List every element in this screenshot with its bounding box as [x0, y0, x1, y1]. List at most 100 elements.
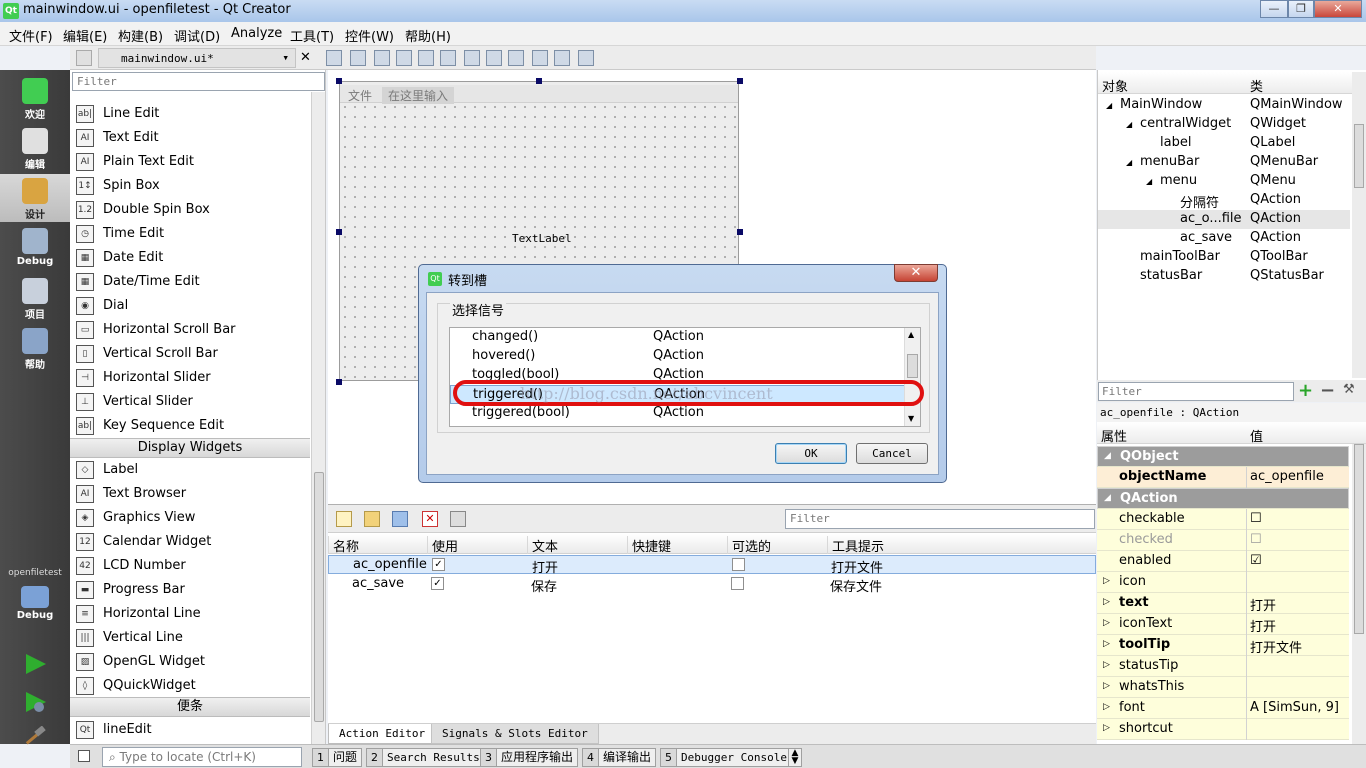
edit-buddies-icon[interactable] — [374, 50, 390, 66]
widget-item[interactable]: 1↕ Spin Box — [70, 174, 310, 198]
widget-item[interactable]: ▯ Vertical Scroll Bar — [70, 342, 310, 366]
widget-item[interactable]: ◇ Label — [70, 458, 310, 482]
object-tree-row[interactable]: ac_o...file QAction — [1098, 210, 1350, 229]
scroll-down-icon[interactable]: ▼ — [908, 414, 914, 423]
object-tree-row[interactable]: ◢ menu QMenu — [1098, 172, 1350, 191]
expand-arrow-icon[interactable]: ◢ — [1104, 451, 1111, 461]
mode-help[interactable]: 帮助 — [0, 324, 70, 372]
property-row[interactable]: ▷ font A [SimSun, 9] — [1097, 698, 1349, 719]
ok-button[interactable]: OK — [775, 443, 847, 464]
object-tree-row[interactable]: label QLabel — [1098, 134, 1350, 153]
widget-item[interactable]: ▭ Horizontal Scroll Bar — [70, 318, 310, 342]
used-checkbox[interactable]: ✓ — [431, 577, 444, 590]
close-button[interactable]: ✕ — [1314, 0, 1362, 18]
property-value[interactable]: 打开 — [1250, 616, 1276, 635]
scroll-thumb[interactable] — [1354, 444, 1364, 634]
property-value[interactable]: ac_openfile — [1250, 469, 1324, 484]
action-row[interactable]: ac_save 保存 保存文件 ✓ — [328, 575, 1096, 595]
copy-action-icon[interactable] — [364, 511, 380, 527]
expand-arrow-icon[interactable]: ◢ — [1106, 101, 1112, 110]
signal-list-scrollbar[interactable]: ▲ ▼ — [904, 328, 920, 426]
property-row[interactable]: enabled ☑ — [1097, 551, 1349, 572]
build-hammer-button[interactable] — [22, 726, 48, 750]
object-inspector-scrollbar[interactable] — [1352, 72, 1366, 378]
expand-arrow-icon[interactable]: ▷ — [1103, 723, 1110, 733]
object-tree-row[interactable]: ◢ centralWidget QWidget — [1098, 115, 1350, 134]
add-property-icon[interactable]: + — [1298, 380, 1313, 401]
expand-arrow-icon[interactable]: ▷ — [1103, 618, 1110, 628]
form-menu-bar[interactable]: 文件 在这里输入 — [340, 85, 738, 104]
action-row[interactable]: ac_openfile 打开 打开文件 ✓ — [328, 555, 1096, 576]
resize-handle[interactable] — [737, 78, 743, 84]
delete-action-icon[interactable]: ✕ — [422, 511, 438, 527]
scroll-up-icon[interactable]: ▲ — [908, 330, 914, 339]
expand-arrow-icon[interactable]: ◢ — [1104, 493, 1111, 503]
run-button[interactable] — [22, 652, 48, 676]
remove-property-icon[interactable]: − — [1320, 380, 1335, 401]
property-row[interactable]: objectName ac_openfile — [1097, 467, 1349, 488]
property-row[interactable]: checked ☐ — [1097, 530, 1349, 551]
signal-list[interactable]: changed() QAction hovered() QAction toggled(… — [449, 327, 921, 427]
checkable-checkbox[interactable] — [732, 558, 745, 571]
property-group-header[interactable]: ◢ QObject — [1097, 446, 1349, 467]
configure-icon[interactable] — [450, 511, 466, 527]
expand-arrow-icon[interactable]: ▷ — [1103, 576, 1110, 586]
property-row[interactable]: ▷ statusTip — [1097, 656, 1349, 677]
layout-form-icon[interactable] — [508, 50, 524, 66]
tab-signals-slots[interactable]: Signals & Slots Editor — [431, 724, 599, 744]
output-pane-tab[interactable]: 4 编译输出 — [582, 748, 657, 767]
widget-item[interactable]: ⊣ Horizontal Slider — [70, 366, 310, 390]
property-row[interactable]: ▷ icon — [1097, 572, 1349, 593]
output-pane-tab[interactable]: 5 Debugger Console — [660, 748, 792, 767]
property-value[interactable]: ☐ — [1250, 511, 1262, 526]
debug-run-button[interactable] — [22, 690, 48, 714]
property-row[interactable]: checkable ☐ — [1097, 509, 1349, 530]
property-row[interactable]: ▷ whatsThis — [1097, 677, 1349, 698]
expand-arrow-icon[interactable]: ◢ — [1146, 177, 1152, 186]
checkable-checkbox[interactable] — [731, 577, 744, 590]
edit-widgets-icon[interactable] — [326, 50, 342, 66]
menu-item[interactable]: 构建(B) — [118, 26, 163, 45]
new-action-icon[interactable] — [336, 511, 352, 527]
widget-filter-input[interactable]: Filter — [72, 72, 325, 91]
layout-grid-icon[interactable] — [532, 50, 548, 66]
property-filter-input[interactable]: Filter — [1098, 382, 1294, 401]
object-tree-row[interactable]: statusBar QStatusBar — [1098, 267, 1350, 286]
locate-input[interactable]: ⌕ Type to locate (Ctrl+K) — [102, 747, 302, 767]
open-file-combo[interactable]: mainwindow.ui* ▾ — [98, 48, 296, 68]
signal-row[interactable]: hovered() QAction — [450, 347, 905, 366]
property-value[interactable]: A [SimSun, 9] — [1250, 700, 1339, 715]
widget-item[interactable]: ≡ Horizontal Line — [70, 602, 310, 626]
property-row[interactable]: ▷ shortcut — [1097, 719, 1349, 740]
widget-item[interactable]: 1.2 Double Spin Box — [70, 198, 310, 222]
output-pane-toggle-icon[interactable]: ▲ ▼ — [788, 748, 802, 767]
resize-handle[interactable] — [336, 379, 342, 385]
widget-item[interactable]: 12 Calendar Widget — [70, 530, 310, 554]
edit-tab-order-icon[interactable] — [396, 50, 412, 66]
action-column-header[interactable]: 文本 — [527, 536, 558, 555]
action-column-header[interactable]: 可选的 — [727, 536, 771, 555]
signal-row[interactable]: changed() QAction — [450, 328, 905, 347]
widget-category-header[interactable]: 便条 — [70, 697, 310, 717]
menu-item[interactable]: 工具(T) — [290, 26, 334, 45]
widget-item[interactable]: 42 LCD Number — [70, 554, 310, 578]
mode-qt-logo[interactable]: 欢迎 — [0, 74, 70, 122]
scroll-thumb[interactable] — [314, 472, 324, 722]
text-label[interactable]: TextLabel — [512, 232, 572, 245]
widget-item[interactable]: ◊ QQuickWidget — [70, 674, 310, 698]
object-tree-row[interactable]: 分隔符 QAction — [1098, 191, 1350, 211]
widget-item[interactable]: ab| Line Edit — [70, 102, 310, 126]
widget-item[interactable]: ⊥ Vertical Slider — [70, 390, 310, 414]
used-checkbox[interactable]: ✓ — [432, 558, 445, 571]
sidebar-toggle-icon[interactable] — [78, 750, 90, 762]
menu-item[interactable]: 文件(F) — [9, 26, 53, 45]
action-filter-input[interactable]: Filter — [785, 509, 1095, 529]
resize-handle[interactable] — [536, 78, 542, 84]
output-pane-tab[interactable]: 2 Search Results — [366, 748, 485, 767]
property-value[interactable]: 打开 — [1250, 595, 1276, 614]
menu-item[interactable]: Analyze — [231, 26, 282, 41]
scroll-thumb[interactable] — [1354, 124, 1364, 188]
property-row[interactable]: ▷ iconText 打开 — [1097, 614, 1349, 635]
menu-item[interactable]: 帮助(H) — [405, 26, 451, 45]
widget-box-scrollbar[interactable] — [311, 92, 325, 744]
